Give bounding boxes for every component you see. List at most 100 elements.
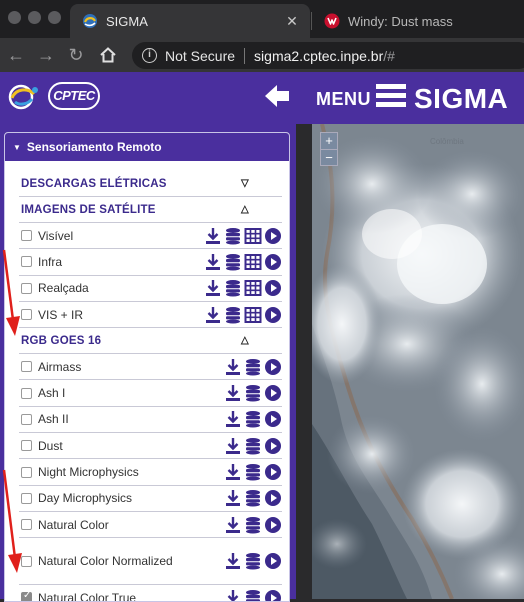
download-icon[interactable]: [224, 384, 242, 402]
panel-header[interactable]: ▼ Sensoriamento Remoto: [5, 133, 289, 161]
database-icon[interactable]: [224, 279, 242, 297]
download-icon[interactable]: [224, 589, 242, 602]
section-toggle-icon[interactable]: △: [232, 335, 258, 346]
database-icon[interactable]: [244, 516, 262, 534]
layer-actions: [222, 552, 282, 570]
reload-icon[interactable]: ↻: [64, 43, 88, 67]
section-toggle-icon[interactable]: ▽: [232, 178, 258, 189]
play-icon[interactable]: [264, 410, 282, 428]
table-icon[interactable]: [244, 306, 262, 324]
layer-label: VIS + IR: [38, 307, 84, 322]
section-header-rgb[interactable]: RGB GOES 16 △: [19, 328, 282, 355]
download-icon[interactable]: [224, 552, 242, 570]
zoom-out-button[interactable]: −: [321, 149, 337, 165]
table-icon[interactable]: [244, 227, 262, 245]
browser-tabstrip: SIGMA ✕ Windy: Dust mass: [0, 0, 524, 38]
play-icon[interactable]: [264, 227, 282, 245]
play-icon[interactable]: [264, 306, 282, 324]
layer-label: Infra: [38, 254, 63, 269]
layer-row: Day Microphysics: [19, 486, 282, 512]
database-icon[interactable]: [244, 358, 262, 376]
download-icon[interactable]: [224, 358, 242, 376]
database-icon[interactable]: [224, 253, 242, 271]
layer-checkbox[interactable]: [21, 387, 32, 399]
layer-checkbox[interactable]: [21, 413, 32, 425]
address-bar[interactable]: i Not Secure sigma2.cptec.inpe.br /#: [132, 42, 524, 69]
database-icon[interactable]: [244, 410, 262, 428]
info-icon[interactable]: i: [142, 48, 157, 63]
caret-down-icon: ▼: [13, 142, 21, 152]
layer-checkbox[interactable]: [21, 555, 32, 567]
download-icon[interactable]: [224, 516, 242, 534]
back-arrow-icon[interactable]: ←: [4, 43, 28, 67]
play-icon[interactable]: [264, 489, 282, 507]
zoom-in-button[interactable]: +: [321, 133, 337, 149]
menu-label[interactable]: MENU: [316, 89, 371, 110]
database-icon[interactable]: [244, 384, 262, 402]
table-icon[interactable]: [244, 253, 262, 271]
database-icon[interactable]: [244, 463, 262, 481]
window-close-button[interactable]: [8, 11, 21, 24]
remote-sensing-panel: ▼ Sensoriamento Remoto DESCARGAS ELÉTRIC…: [4, 132, 290, 602]
layer-label: Natural Color True: [38, 590, 137, 602]
page: CPTEC ▼ Sensoriamento Remoto DESCARGAS E…: [0, 72, 524, 602]
download-icon[interactable]: [224, 463, 242, 481]
window-zoom-button[interactable]: [48, 11, 61, 24]
layer-row: Ash I: [19, 380, 282, 407]
download-icon[interactable]: [204, 227, 222, 245]
download-icon[interactable]: [224, 437, 242, 455]
home-icon[interactable]: [96, 43, 120, 67]
forward-arrow-icon[interactable]: →: [34, 43, 58, 67]
play-icon[interactable]: [264, 552, 282, 570]
database-icon[interactable]: [244, 437, 262, 455]
download-icon[interactable]: [204, 306, 222, 324]
layer-checkbox[interactable]: [21, 361, 32, 373]
layer-actions: [222, 463, 282, 481]
database-icon[interactable]: [244, 552, 262, 570]
url-host: sigma2.cptec.inpe.br: [254, 47, 384, 64]
satellite-map[interactable]: Colômbia + −: [312, 124, 524, 599]
section-toggle-icon[interactable]: △: [232, 204, 258, 215]
layer-checkbox[interactable]: [21, 440, 32, 452]
play-icon[interactable]: [264, 384, 282, 402]
tab-close-icon[interactable]: ✕: [282, 13, 302, 30]
layer-actions: [222, 384, 282, 402]
hamburger-menu-icon[interactable]: [376, 84, 406, 112]
layer-row: Natural Color Normalized: [19, 538, 282, 586]
layer-checkbox[interactable]: [21, 519, 32, 531]
tab-sigma[interactable]: SIGMA ✕: [70, 4, 310, 38]
play-icon[interactable]: [264, 516, 282, 534]
database-icon[interactable]: [224, 227, 242, 245]
layer-checkbox[interactable]: [21, 492, 32, 504]
play-icon[interactable]: [264, 463, 282, 481]
play-icon[interactable]: [264, 279, 282, 297]
download-icon[interactable]: [204, 279, 222, 297]
table-icon[interactable]: [244, 279, 262, 297]
play-icon[interactable]: [264, 437, 282, 455]
database-icon[interactable]: [244, 489, 262, 507]
play-icon[interactable]: [264, 358, 282, 376]
tab-windy[interactable]: Windy: Dust mass: [312, 4, 524, 38]
download-icon[interactable]: [204, 253, 222, 271]
url-divider: [244, 47, 246, 64]
window-minimize-button[interactable]: [28, 11, 41, 24]
section-header-satelite[interactable]: IMAGENS DE SATÉLITE △: [19, 197, 282, 223]
layer-checkbox[interactable]: [21, 590, 32, 601]
layer-checkbox[interactable]: [21, 466, 32, 478]
database-icon[interactable]: [224, 306, 242, 324]
layer-row: Natural Color True: [19, 585, 282, 602]
layer-label: Day Microphysics: [38, 491, 133, 506]
layer-checkbox[interactable]: [21, 230, 32, 242]
section-header-descargas[interactable]: DESCARGAS ELÉTRICAS ▽: [19, 171, 282, 197]
layer-checkbox[interactable]: [21, 256, 32, 268]
database-icon[interactable]: [244, 589, 262, 602]
zoom-control: + −: [320, 132, 338, 166]
play-icon[interactable]: [264, 253, 282, 271]
download-icon[interactable]: [224, 410, 242, 428]
download-icon[interactable]: [224, 489, 242, 507]
layer-checkbox[interactable]: [21, 282, 32, 294]
collapse-arrow-icon[interactable]: [262, 82, 292, 110]
layer-checkbox[interactable]: [21, 309, 32, 321]
satellite-imagery: Colômbia: [312, 124, 524, 599]
play-icon[interactable]: [264, 589, 282, 602]
